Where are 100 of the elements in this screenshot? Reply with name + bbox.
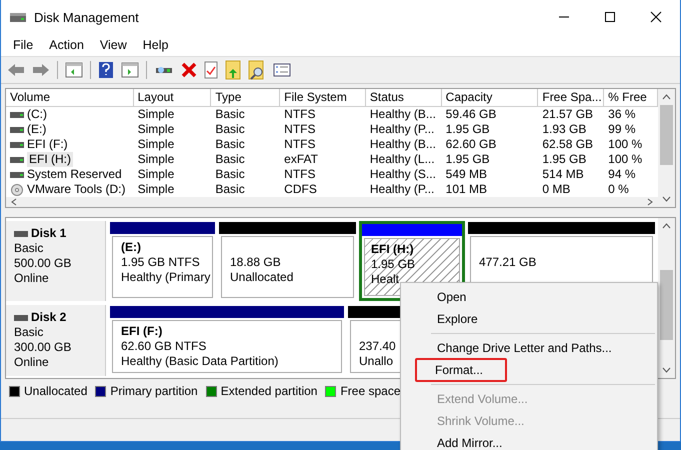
partition-size: 62.60 GB NTFS bbox=[121, 339, 208, 354]
drive-entry[interactable]: EFI (H:) bbox=[27, 152, 73, 167]
table-cell: Simple bbox=[138, 182, 174, 197]
table-cell: 1.95 GB bbox=[446, 122, 490, 137]
column-header[interactable]: File System bbox=[280, 89, 366, 106]
menu-item[interactable]: View bbox=[92, 38, 135, 52]
table-cell: exFAT bbox=[284, 152, 318, 167]
close-icon[interactable] bbox=[650, 11, 662, 23]
column-header[interactable]: Type bbox=[211, 89, 280, 106]
drive-entry[interactable]: System Reserved bbox=[27, 167, 122, 182]
table-cell: Basic bbox=[215, 137, 245, 152]
table-cell: Simple bbox=[138, 122, 174, 137]
table-cell: Simple bbox=[138, 107, 174, 122]
drive-entry[interactable]: EFI (F:) bbox=[27, 137, 68, 152]
table-cell: 0 MB bbox=[542, 182, 570, 197]
table-cell: NTFS bbox=[284, 107, 316, 122]
table-cell: NTFS bbox=[284, 122, 316, 137]
checklist-icon[interactable] bbox=[273, 63, 291, 77]
menu-item[interactable]: Help bbox=[134, 38, 176, 52]
panel-icon[interactable] bbox=[121, 62, 139, 78]
table-cell: Healthy (P... bbox=[370, 122, 434, 137]
drive-icon bbox=[10, 140, 24, 148]
scroll-down-icon[interactable] bbox=[662, 195, 671, 203]
table-cell: 62.58 GB bbox=[542, 137, 594, 152]
table-cell: Basic bbox=[215, 152, 245, 167]
maximize-icon[interactable] bbox=[604, 11, 616, 23]
forward-arrow-icon[interactable] bbox=[32, 63, 50, 77]
table-cell: Basic bbox=[215, 122, 245, 137]
scroll-up-icon[interactable] bbox=[662, 93, 671, 101]
scroll-down-icon[interactable] bbox=[662, 366, 671, 374]
back-arrow-icon[interactable] bbox=[7, 63, 25, 77]
help-icon[interactable] bbox=[98, 61, 114, 79]
table-cell: 62.60 GB bbox=[446, 137, 496, 152]
menu-item[interactable]: Add Mirror... bbox=[431, 432, 508, 450]
table-cell: 36 % bbox=[608, 107, 636, 122]
disk-label-panel[interactable]: Disk 2 Basic 300.00 GB Online bbox=[6, 305, 106, 376]
drive-entry[interactable]: (E:) bbox=[27, 122, 46, 137]
table-cell: 101 MB bbox=[446, 182, 488, 197]
scrollbar-thumb[interactable] bbox=[660, 105, 673, 165]
table-cell: Healthy (B... bbox=[370, 107, 436, 122]
table-cell: 21.57 GB bbox=[542, 107, 594, 122]
vertical-scrollbar[interactable] bbox=[658, 89, 675, 207]
table-cell: 0 % bbox=[608, 182, 629, 197]
partition-status: Healthy (Primary bbox=[121, 270, 212, 285]
vertical-scrollbar[interactable] bbox=[658, 218, 675, 378]
console-icon[interactable] bbox=[65, 62, 83, 78]
table-cell: 1.93 GB bbox=[542, 122, 586, 137]
legend-label: Primary partition bbox=[110, 384, 198, 398]
window-title: Disk Management bbox=[34, 10, 139, 24]
disk-size: 500.00 GB bbox=[14, 256, 72, 271]
delete-icon[interactable] bbox=[181, 62, 197, 78]
menu-item[interactable]: Format... bbox=[415, 358, 508, 382]
table-cell: 100 % bbox=[608, 137, 642, 152]
scroll-left-icon[interactable] bbox=[10, 198, 18, 206]
partition-status: Unallocated bbox=[230, 270, 294, 285]
partition-block[interactable]: (E:) 1.95 GB NTFS Healthy (Primary bbox=[109, 221, 216, 301]
column-header[interactable]: Status bbox=[366, 89, 442, 106]
partition-size: 18.88 GB bbox=[230, 255, 282, 270]
disk-name: Disk 2 bbox=[31, 310, 66, 325]
partition-name: EFI (H:) bbox=[371, 242, 415, 257]
drive-entry[interactable]: VMware Tools (D:) bbox=[27, 182, 126, 197]
legend-label: Unallocated bbox=[24, 384, 88, 398]
partition-block[interactable]: EFI (F:) 62.60 GB NTFS Healthy (Basic Data Partition) bbox=[109, 305, 345, 376]
table-cell: NTFS bbox=[284, 137, 316, 152]
table-cell: CDFS bbox=[284, 182, 317, 197]
partition-block[interactable]: 18.88 GB Unallocated bbox=[218, 221, 357, 301]
scroll-right-icon[interactable] bbox=[646, 198, 654, 206]
disk-label-panel[interactable]: Disk 1 Basic 500.00 GB Online bbox=[6, 221, 106, 301]
disk-status: Online bbox=[14, 271, 50, 286]
partition-status: Unallo bbox=[359, 354, 394, 369]
column-header[interactable]: Capacity bbox=[442, 89, 538, 106]
scroll-up-icon[interactable] bbox=[662, 222, 671, 230]
partition-status: Healt bbox=[371, 272, 400, 287]
search-icon[interactable] bbox=[248, 60, 266, 80]
column-header[interactable]: Volume bbox=[6, 89, 134, 106]
drive-entry[interactable]: (C:) bbox=[27, 107, 47, 122]
menu-item[interactable]: Action bbox=[41, 38, 92, 52]
drive-icon bbox=[14, 314, 28, 320]
checked-document-icon[interactable] bbox=[204, 61, 218, 79]
menu-item[interactable]: File bbox=[5, 38, 42, 52]
folder-up-icon[interactable] bbox=[225, 60, 241, 80]
scrollbar-thumb[interactable] bbox=[660, 270, 673, 340]
column-header[interactable]: Layout bbox=[134, 89, 212, 106]
disk-name: Disk 1 bbox=[31, 226, 66, 241]
disk-size: 300.00 GB bbox=[14, 340, 72, 355]
column-header[interactable]: Free Spa... bbox=[538, 89, 604, 106]
drive-icon bbox=[10, 110, 24, 118]
partition-status: Healthy (Basic Data Partition) bbox=[121, 354, 280, 369]
table-cell: 549 MB bbox=[446, 167, 488, 182]
partition-name: (E:) bbox=[121, 240, 142, 255]
drive-icon bbox=[10, 156, 24, 164]
table-cell: Simple bbox=[138, 137, 174, 152]
table-cell: Simple bbox=[138, 152, 174, 167]
horizontal-scrollbar[interactable] bbox=[6, 197, 658, 207]
drive-icon bbox=[14, 230, 28, 236]
table-cell: NTFS bbox=[284, 167, 316, 182]
legend-label: Extended partition bbox=[220, 384, 318, 398]
table-cell: 94 % bbox=[608, 167, 636, 182]
table-cell: Simple bbox=[138, 167, 174, 182]
partition-size: 477.21 GB bbox=[479, 255, 538, 270]
